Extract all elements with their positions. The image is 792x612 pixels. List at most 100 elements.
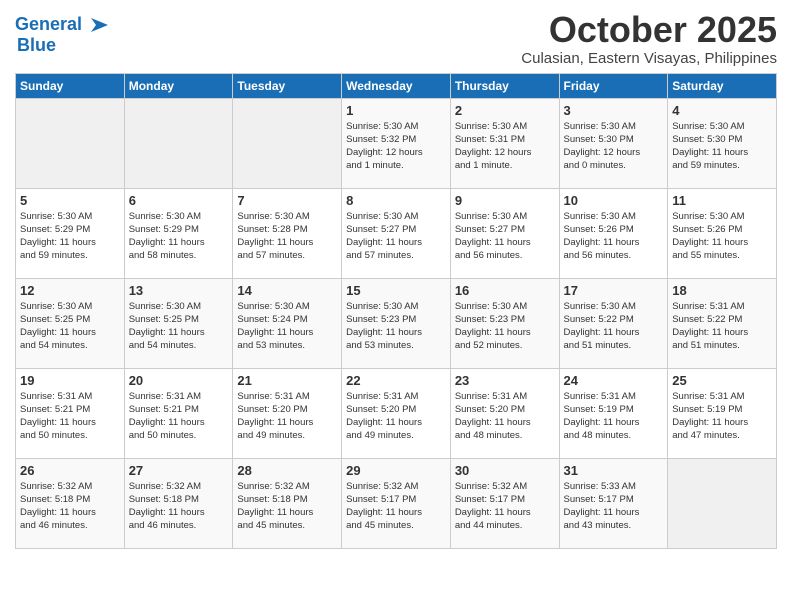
weekday-header-sunday: Sunday xyxy=(16,73,125,98)
weekday-header-wednesday: Wednesday xyxy=(342,73,451,98)
page-header: General Blue October 2025 Culasian, East… xyxy=(15,10,777,67)
day-info: Sunrise: 5:30 AM Sunset: 5:26 PM Dayligh… xyxy=(672,210,772,263)
day-number: 31 xyxy=(564,463,664,478)
calendar-cell: 7 Sunrise: 5:30 AM Sunset: 5:28 PM Daylig… xyxy=(233,188,342,278)
day-info: Sunrise: 5:30 AM Sunset: 5:23 PM Dayligh… xyxy=(455,300,555,353)
calendar-cell: 2 Sunrise: 5:30 AM Sunset: 5:31 PM Daylig… xyxy=(450,98,559,188)
day-info: Sunrise: 5:30 AM Sunset: 5:28 PM Dayligh… xyxy=(237,210,337,263)
day-number: 7 xyxy=(237,193,337,208)
day-number: 30 xyxy=(455,463,555,478)
day-number: 1 xyxy=(346,103,446,118)
day-number: 17 xyxy=(564,283,664,298)
calendar-cell: 26Sunrise: 5:32 AM Sunset: 5:18 PM Dayli… xyxy=(16,458,125,548)
calendar-cell: 30 Sunrise: 5:32 AM Sunset: 5:17 PM Dayli… xyxy=(450,458,559,548)
day-number: 2 xyxy=(455,103,555,118)
day-number: 25 xyxy=(672,373,772,388)
day-info: Sunrise: 5:30 AM Sunset: 5:30 PM Dayligh… xyxy=(672,120,772,173)
day-info: Sunrise: 5:31 AM Sunset: 5:19 PM Dayligh… xyxy=(672,390,772,443)
day-info: Sunrise: 5:30 AM Sunset: 5:29 PM Dayligh… xyxy=(129,210,229,263)
logo-text: General xyxy=(15,15,82,35)
calendar-cell xyxy=(668,458,777,548)
calendar-cell: 31Sunrise: 5:33 AM Sunset: 5:17 PM Dayli… xyxy=(559,458,668,548)
weekday-header-row: SundayMondayTuesdayWednesdayThursdayFrid… xyxy=(16,73,777,98)
calendar-cell: 11Sunrise: 5:30 AM Sunset: 5:26 PM Dayli… xyxy=(668,188,777,278)
day-info: Sunrise: 5:32 AM Sunset: 5:17 PM Dayligh… xyxy=(455,480,555,533)
day-info: Sunrise: 5:30 AM Sunset: 5:27 PM Dayligh… xyxy=(455,210,555,263)
day-info: Sunrise: 5:30 AM Sunset: 5:30 PM Dayligh… xyxy=(564,120,664,173)
day-number: 8 xyxy=(346,193,446,208)
day-number: 4 xyxy=(672,103,772,118)
day-info: Sunrise: 5:30 AM Sunset: 5:23 PM Dayligh… xyxy=(346,300,446,353)
day-number: 27 xyxy=(129,463,229,478)
day-number: 20 xyxy=(129,373,229,388)
calendar-week-row: 12 Sunrise: 5:30 AM Sunset: 5:25 PM Dayli… xyxy=(16,278,777,368)
day-number: 21 xyxy=(237,373,337,388)
logo-icon xyxy=(86,10,116,40)
month-title: October 2025 xyxy=(521,10,777,50)
weekday-header-saturday: Saturday xyxy=(668,73,777,98)
calendar-cell: 4 Sunrise: 5:30 AM Sunset: 5:30 PM Daylig… xyxy=(668,98,777,188)
day-number: 28 xyxy=(237,463,337,478)
calendar-cell: 8 Sunrise: 5:30 AM Sunset: 5:27 PM Daylig… xyxy=(342,188,451,278)
day-info: Sunrise: 5:31 AM Sunset: 5:20 PM Dayligh… xyxy=(455,390,555,443)
calendar-cell: 12 Sunrise: 5:30 AM Sunset: 5:25 PM Dayli… xyxy=(16,278,125,368)
calendar-cell: 25 Sunrise: 5:31 AM Sunset: 5:19 PM Dayli… xyxy=(668,368,777,458)
day-info: Sunrise: 5:30 AM Sunset: 5:29 PM Dayligh… xyxy=(20,210,120,263)
calendar-cell: 14 Sunrise: 5:30 AM Sunset: 5:24 PM Dayli… xyxy=(233,278,342,368)
calendar-cell: 22 Sunrise: 5:31 AM Sunset: 5:20 PM Dayli… xyxy=(342,368,451,458)
day-info: Sunrise: 5:30 AM Sunset: 5:22 PM Dayligh… xyxy=(564,300,664,353)
calendar-cell: 27Sunrise: 5:32 AM Sunset: 5:18 PM Dayli… xyxy=(124,458,233,548)
day-info: Sunrise: 5:30 AM Sunset: 5:27 PM Dayligh… xyxy=(346,210,446,263)
day-info: Sunrise: 5:30 AM Sunset: 5:25 PM Dayligh… xyxy=(129,300,229,353)
calendar-cell xyxy=(233,98,342,188)
day-info: Sunrise: 5:31 AM Sunset: 5:20 PM Dayligh… xyxy=(346,390,446,443)
day-number: 13 xyxy=(129,283,229,298)
calendar-cell: 1 Sunrise: 5:30 AM Sunset: 5:32 PM Daylig… xyxy=(342,98,451,188)
day-number: 14 xyxy=(237,283,337,298)
calendar-cell: 20 Sunrise: 5:31 AM Sunset: 5:21 PM Dayli… xyxy=(124,368,233,458)
day-info: Sunrise: 5:30 AM Sunset: 5:24 PM Dayligh… xyxy=(237,300,337,353)
calendar-cell: 5 Sunrise: 5:30 AM Sunset: 5:29 PM Daylig… xyxy=(16,188,125,278)
day-number: 9 xyxy=(455,193,555,208)
calendar-week-row: 5 Sunrise: 5:30 AM Sunset: 5:29 PM Daylig… xyxy=(16,188,777,278)
calendar-week-row: 19 Sunrise: 5:31 AM Sunset: 5:21 PM Dayli… xyxy=(16,368,777,458)
day-info: Sunrise: 5:30 AM Sunset: 5:31 PM Dayligh… xyxy=(455,120,555,173)
calendar-cell: 6Sunrise: 5:30 AM Sunset: 5:29 PM Daylig… xyxy=(124,188,233,278)
calendar-cell: 16 Sunrise: 5:30 AM Sunset: 5:23 PM Dayli… xyxy=(450,278,559,368)
weekday-header-tuesday: Tuesday xyxy=(233,73,342,98)
calendar-cell xyxy=(16,98,125,188)
day-info: Sunrise: 5:31 AM Sunset: 5:20 PM Dayligh… xyxy=(237,390,337,443)
weekday-header-thursday: Thursday xyxy=(450,73,559,98)
calendar-cell: 9 Sunrise: 5:30 AM Sunset: 5:27 PM Daylig… xyxy=(450,188,559,278)
day-number: 5 xyxy=(20,193,120,208)
calendar-cell: 23 Sunrise: 5:31 AM Sunset: 5:20 PM Dayli… xyxy=(450,368,559,458)
calendar-cell xyxy=(124,98,233,188)
day-info: Sunrise: 5:32 AM Sunset: 5:18 PM Dayligh… xyxy=(237,480,337,533)
day-number: 3 xyxy=(564,103,664,118)
day-number: 23 xyxy=(455,373,555,388)
day-info: Sunrise: 5:31 AM Sunset: 5:21 PM Dayligh… xyxy=(20,390,120,443)
day-info: Sunrise: 5:30 AM Sunset: 5:25 PM Dayligh… xyxy=(20,300,120,353)
day-info: Sunrise: 5:30 AM Sunset: 5:26 PM Dayligh… xyxy=(564,210,664,263)
calendar-cell: 28 Sunrise: 5:32 AM Sunset: 5:18 PM Dayli… xyxy=(233,458,342,548)
calendar-week-row: 26 Sunrise: 5:32 AM Sunset: 5:18 PM Dayli… xyxy=(16,458,777,548)
day-number: 19 xyxy=(20,373,120,388)
calendar-cell: 17 Sunrise: 5:30 AM Sunset: 5:22 PM Dayli… xyxy=(559,278,668,368)
day-info: Sunrise: 5:31 AM Sunset: 5:21 PM Dayligh… xyxy=(129,390,229,443)
day-number: 26 xyxy=(20,463,120,478)
calendar-cell: 18Sunrise: 5:31 AM Sunset: 5:22 PM Dayli… xyxy=(668,278,777,368)
calendar-cell: 19 Sunrise: 5:31 AM Sunset: 5:21 PM Dayli… xyxy=(16,368,125,458)
day-number: 15 xyxy=(346,283,446,298)
calendar-table: SundayMondayTuesdayWednesdayThursdayFrid… xyxy=(15,73,777,549)
calendar-week-row: 1 Sunrise: 5:30 AM Sunset: 5:32 PM Daylig… xyxy=(16,98,777,188)
day-info: Sunrise: 5:30 AM Sunset: 5:32 PM Dayligh… xyxy=(346,120,446,173)
location-subtitle: Culasian, Eastern Visayas, Philippines xyxy=(521,50,777,67)
calendar-cell: 15 Sunrise: 5:30 AM Sunset: 5:23 PM Dayli… xyxy=(342,278,451,368)
day-number: 10 xyxy=(564,193,664,208)
calendar-cell: 21 Sunrise: 5:31 AM Sunset: 5:20 PM Dayli… xyxy=(233,368,342,458)
day-number: 12 xyxy=(20,283,120,298)
day-number: 22 xyxy=(346,373,446,388)
calendar-cell: 3 Sunrise: 5:30 AM Sunset: 5:30 PM Daylig… xyxy=(559,98,668,188)
day-info: Sunrise: 5:32 AM Sunset: 5:17 PM Dayligh… xyxy=(346,480,446,533)
day-number: 16 xyxy=(455,283,555,298)
